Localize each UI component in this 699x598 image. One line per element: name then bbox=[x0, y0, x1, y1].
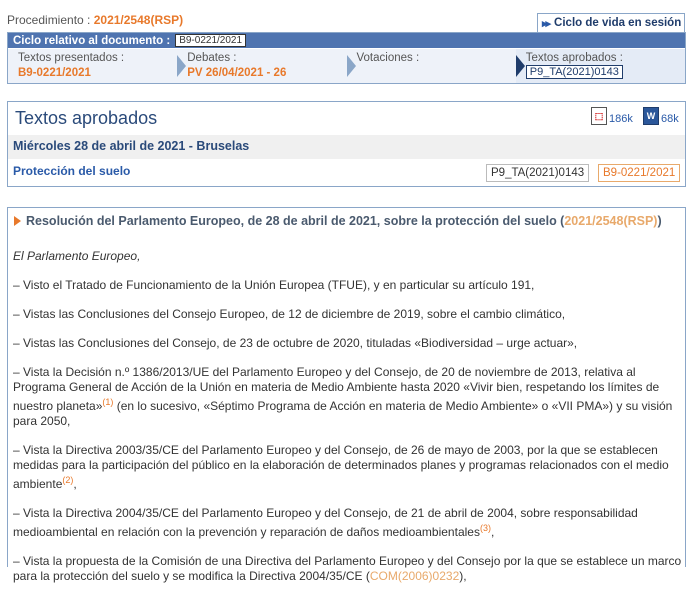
step-label: Textos aprobados : bbox=[525, 52, 623, 64]
step-arrow-icon bbox=[177, 55, 187, 77]
adopted-texts-panel: Textos aprobados ⬚ 186k W 68k Miércoles … bbox=[7, 101, 686, 187]
cycle-header-label: Ciclo relativo al documento : bbox=[13, 34, 171, 47]
pdf-icon: ⬚ bbox=[591, 107, 607, 125]
citation-5-text: – Vista la Directiva 2003/35/CE del Parl… bbox=[13, 443, 669, 491]
step-votes[interactable]: Votaciones : bbox=[346, 49, 516, 83]
cycle-header: Ciclo relativo al documento : B9-0221/20… bbox=[8, 33, 685, 48]
procedure-ref[interactable]: 2021/2548(RSP) bbox=[94, 13, 183, 27]
footnote-1-link[interactable]: (1) bbox=[102, 397, 113, 407]
step-label: Debates : bbox=[187, 52, 237, 64]
step-debates[interactable]: Debates : PV 26/04/2021 - 26 bbox=[177, 49, 346, 83]
word-download[interactable]: W 68k bbox=[643, 107, 679, 125]
cycle-header-doc: B9-0221/2021 bbox=[175, 34, 247, 47]
citation-6: – Vista la Directiva 2004/35/CE del Parl… bbox=[13, 506, 683, 540]
triangle-right-icon bbox=[14, 216, 21, 226]
pdf-size[interactable]: 186k bbox=[609, 113, 633, 125]
citation-7: – Vista la propuesta de la Comisión de u… bbox=[13, 554, 683, 584]
intro-line: El Parlamento Europeo, bbox=[13, 249, 141, 263]
citation-1: – Visto el Tratado de Funcionamiento de … bbox=[13, 278, 535, 292]
word-size[interactable]: 68k bbox=[661, 113, 679, 125]
resolution-title-close: ) bbox=[657, 214, 662, 228]
b9-reference[interactable]: B9-0221/2021 bbox=[598, 164, 681, 182]
cycle-steps: Textos presentados : B9-0221/2021 Debate… bbox=[8, 49, 685, 83]
panel-title: Textos aprobados bbox=[15, 108, 158, 128]
resolution-body: El Parlamento Europeo, – Visto el Tratad… bbox=[13, 249, 683, 598]
step-value[interactable]: P9_TA(2021)0143 bbox=[525, 65, 623, 79]
footnote-3-link[interactable]: (3) bbox=[480, 523, 491, 533]
citation-6-text: – Vista la Directiva 2004/35/CE del Parl… bbox=[13, 506, 638, 539]
lifecycle-button[interactable]: ▸▸ Ciclo de vida en sesión bbox=[537, 13, 685, 32]
pdf-download[interactable]: ⬚ 186k bbox=[591, 107, 633, 125]
step-value[interactable]: PV 26/04/2021 - 26 bbox=[187, 67, 346, 79]
step-texts-adopted[interactable]: Textos aprobados : P9_TA(2021)0143 bbox=[515, 49, 685, 83]
citation-7-text-end: ), bbox=[459, 569, 467, 583]
procedure-label: Procedimiento : bbox=[7, 13, 94, 27]
citation-6-text-end: , bbox=[490, 525, 495, 539]
citation-2: – Vistas las Conclusiones del Consejo Eu… bbox=[13, 307, 566, 321]
lifecycle-button-label: Ciclo de vida en sesión bbox=[554, 17, 682, 29]
step-arrow-icon bbox=[346, 55, 356, 77]
step-label: Votaciones : bbox=[356, 52, 420, 64]
word-icon: W bbox=[643, 107, 659, 125]
citation-5-text-end: , bbox=[73, 477, 77, 491]
resolution-section: Resolución del Parlamento Europeo, de 28… bbox=[7, 207, 686, 583]
resolution-ref-link[interactable]: 2021/2548(RSP) bbox=[564, 214, 657, 228]
document-cycle: Ciclo relativo al documento : B9-0221/20… bbox=[7, 32, 686, 84]
step-texts-presented[interactable]: Textos presentados : B9-0221/2021 bbox=[8, 49, 177, 83]
citation-5: – Vista la Directiva 2003/35/CE del Parl… bbox=[13, 443, 683, 492]
com-document-link[interactable]: COM(2006)0232 bbox=[370, 569, 459, 583]
double-chevron-icon: ▸▸ bbox=[542, 17, 551, 30]
citation-7-text: – Vista la propuesta de la Comisión de u… bbox=[13, 554, 682, 583]
citation-3: – Vistas las Conclusiones del Consejo, d… bbox=[13, 336, 578, 350]
subject-title: Protección del suelo bbox=[13, 164, 131, 178]
step-label: Textos presentados : bbox=[18, 52, 125, 64]
sitting-date: Miércoles 28 de abril de 2021 - Bruselas bbox=[13, 139, 250, 153]
footnote-2-link[interactable]: (2) bbox=[62, 475, 73, 485]
resolution-title-text: Resolución del Parlamento Europeo, de 28… bbox=[26, 214, 565, 228]
resolution-title: Resolución del Parlamento Europeo, de 28… bbox=[14, 214, 662, 228]
citation-4: – Vista la Decisión n.º 1386/2013/UE del… bbox=[13, 365, 683, 429]
step-value[interactable]: B9-0221/2021 bbox=[18, 67, 177, 79]
step-arrow-icon bbox=[515, 55, 525, 77]
ta-reference: P9_TA(2021)0143 bbox=[486, 164, 590, 182]
procedure-line: Procedimiento : 2021/2548(RSP) bbox=[7, 13, 183, 27]
